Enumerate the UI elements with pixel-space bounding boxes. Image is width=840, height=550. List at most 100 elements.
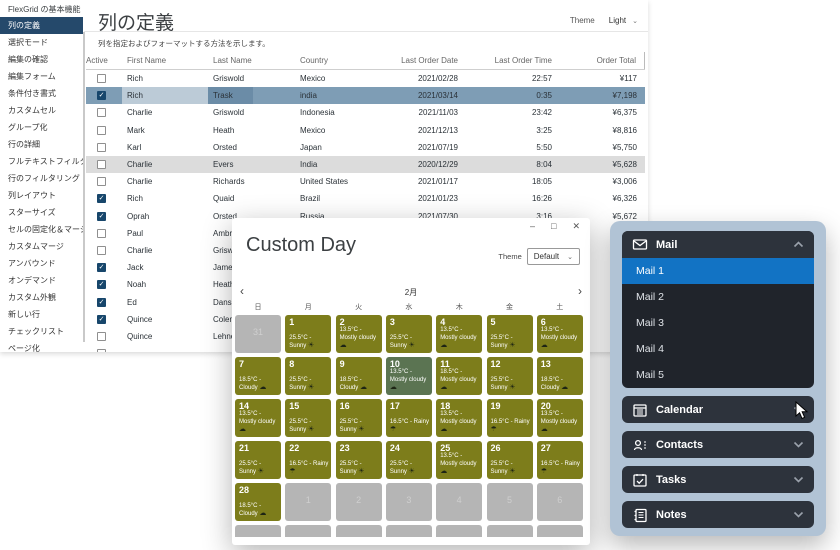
sidebar-item[interactable]: グループ化 [0,119,83,136]
calendar-day-cell[interactable]: 2625.5°C - Sunny ☀ [487,441,533,479]
sidebar-item[interactable]: カスタムセル [0,102,83,119]
theme-value[interactable]: Light [609,16,626,25]
minimize-icon[interactable]: – [530,221,535,231]
calendar-day-cell[interactable]: 1 [285,483,331,521]
checkbox-unchecked[interactable] [97,126,106,135]
calendar-day-cell[interactable] [487,525,533,537]
sidebar-item[interactable]: オンデマンド [0,272,83,289]
sidebar-item[interactable]: 編集フォーム [0,68,83,85]
calendar-day-cell[interactable]: 4 [436,483,482,521]
checkbox-checked[interactable]: ✓ [97,263,106,272]
sidebar-item[interactable]: 編集の確認 [0,51,83,68]
list-item[interactable]: Mail 1 [622,258,814,284]
calendar-day-cell[interactable]: 413.5°C - Mostly cloudy ☁ [436,315,482,353]
table-row[interactable]: CharlieGriswoldIndonesia2021/11/0323:42¥… [86,104,645,121]
checkbox-checked[interactable]: ✓ [97,298,106,307]
calendar-day-cell[interactable]: 2513.5°C - Mostly cloudy ☁ [436,441,482,479]
calendar-day-cell[interactable] [235,525,281,537]
calendar-day-cell[interactable]: 1916.5°C - Rainy ☂ [487,399,533,437]
calendar-day-cell[interactable] [436,525,482,537]
checkbox-unchecked[interactable] [97,229,106,238]
checkbox-checked[interactable]: ✓ [97,212,106,221]
calendar-day-cell[interactable]: 1318.5°C - Cloudy ☁ [537,357,583,395]
table-row[interactable]: CharlieEversIndia2020/12/298:04¥5,628 [86,156,645,173]
next-month-button[interactable]: › [578,284,582,298]
theme-dropdown[interactable]: Default⌄ [527,248,580,265]
sidebar-item[interactable]: 選択モード [0,34,83,51]
calendar-day-cell[interactable]: 1413.5°C - Mostly cloudy ☁ [235,399,281,437]
calendar-day-cell[interactable]: 5 [487,483,533,521]
section-header-tasks[interactable]: Tasks [622,466,814,493]
list-item[interactable]: Mail 5 [622,362,814,388]
list-item[interactable]: Mail 4 [622,336,814,362]
sidebar-item[interactable]: カスタム外観 [0,289,83,306]
column-header[interactable]: Country [253,52,365,69]
sidebar-item[interactable]: フルテキストフィルター [0,153,83,170]
sidebar-item[interactable]: 列レイアウト [0,187,83,204]
calendar-day-cell[interactable]: 613.5°C - Mostly cloudy ☁ [537,315,583,353]
checkbox-unchecked[interactable] [97,349,106,352]
checkbox-unchecked[interactable] [97,160,106,169]
maximize-icon[interactable]: □ [551,221,556,231]
sidebar-item[interactable]: セルの固定化＆マージ [0,221,83,238]
checkbox-checked[interactable]: ✓ [97,315,106,324]
section-header-mail[interactable]: Mail [622,231,814,258]
list-item[interactable]: Mail 3 [622,310,814,336]
calendar-day-cell[interactable]: 3 [386,483,432,521]
sidebar-item[interactable]: 条件付き書式 [0,85,83,102]
close-icon[interactable]: ✕ [572,221,580,231]
calendar-day-cell[interactable]: 1716.5°C - Rainy ☂ [386,399,432,437]
calendar-day-cell[interactable]: 825.5°C - Sunny ☀ [285,357,331,395]
sidebar-item[interactable]: 新しい行 [0,306,83,323]
checkbox-checked[interactable]: ✓ [97,280,106,289]
calendar-day-cell[interactable]: 2818.5°C - Cloudy ☁ [235,483,281,521]
table-row[interactable]: ✓RichTraskindia2021/03/140:35¥7,198 [86,87,645,104]
list-item[interactable]: Mail 2 [622,284,814,310]
calendar-day-cell[interactable]: 2013.5°C - Mostly cloudy ☁ [537,399,583,437]
sidebar-item[interactable]: 列の定義 [0,17,83,34]
section-header-notes[interactable]: Notes [622,501,814,528]
sidebar-item[interactable]: カスタムマージ [0,238,83,255]
calendar-day-cell[interactable] [285,525,331,537]
calendar-day-cell[interactable]: 6 [537,483,583,521]
calendar-day-cell[interactable]: 1118.5°C - Mostly cloudy ☁ [436,357,482,395]
checkbox-unchecked[interactable] [97,246,106,255]
checkbox-unchecked[interactable] [97,332,106,341]
checkbox-unchecked[interactable] [97,177,106,186]
column-header[interactable]: First Name [122,52,208,69]
calendar-day-cell[interactable]: 2216.5°C - Rainy ☂ [285,441,331,479]
calendar-day-cell[interactable]: 525.5°C - Sunny ☀ [487,315,533,353]
calendar-day-cell[interactable]: 1013.5°C - Mostly cloudy ☁ [386,357,432,395]
sidebar-item[interactable]: ページ化 [0,340,83,352]
calendar-day-cell[interactable]: 918.5°C - Cloudy ☁ [336,357,382,395]
calendar-day-cell[interactable] [336,525,382,537]
calendar-day-cell[interactable]: 213.5°C - Mostly cloudy ☁ [336,315,382,353]
checkbox-unchecked[interactable] [97,74,106,83]
column-header[interactable]: Last Name [208,52,253,69]
calendar-day-cell[interactable]: 125.5°C - Sunny ☀ [285,315,331,353]
sidebar-item[interactable]: チェックリスト [0,323,83,340]
calendar-day-cell[interactable]: 2125.5°C - Sunny ☀ [235,441,281,479]
calendar-day-cell[interactable] [537,525,583,537]
calendar-day-cell[interactable] [386,525,432,537]
section-header-calendar[interactable]: Calendar [622,396,814,423]
sidebar-item[interactable]: スターサイズ [0,204,83,221]
sidebar-item[interactable]: 行の詳細 [0,136,83,153]
calendar-day-cell[interactable]: 2425.5°C - Sunny ☀ [386,441,432,479]
calendar-day-cell[interactable]: 1813.5°C - Mostly cloudy ☁ [436,399,482,437]
table-row[interactable]: RichGriswoldMexico2021/02/2822:57¥117 [86,70,645,87]
checkbox-unchecked[interactable] [97,108,106,117]
table-row[interactable]: CharlieRichardsUnited States2021/01/1718… [86,173,645,190]
section-header-contacts[interactable]: Contacts [622,431,814,458]
sidebar-item[interactable]: アンバウンド [0,255,83,272]
calendar-day-cell[interactable]: 1525.5°C - Sunny ☀ [285,399,331,437]
calendar-day-cell[interactable]: 31 [235,315,281,353]
sidebar-item[interactable]: 行のフィルタリング [0,170,83,187]
calendar-day-cell[interactable]: 2325.5°C - Sunny ☀ [336,441,382,479]
column-header[interactable]: Last Order Date [365,52,472,69]
calendar-day-cell[interactable]: 2 [336,483,382,521]
table-row[interactable]: MarkHeathMexico2021/12/133:25¥8,816 [86,122,645,139]
calendar-day-cell[interactable]: 325.5°C - Sunny ☀ [386,315,432,353]
table-row[interactable]: ✓RichQuaidBrazil2021/01/2316:26¥6,326 [86,190,645,207]
theme-selector[interactable]: ThemeLight⌄ [570,16,638,25]
